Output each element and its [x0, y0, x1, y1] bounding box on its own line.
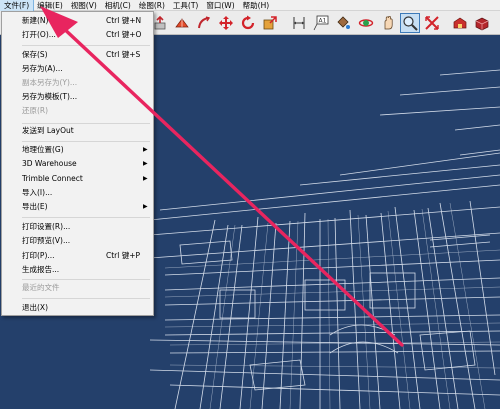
menu-separator	[22, 141, 150, 142]
menu-item-save-copy-as: 副本另存为(Y)...	[22, 78, 78, 87]
3d-warehouse-icon[interactable]	[450, 13, 470, 33]
submenu-arrow-icon: ▶	[143, 203, 148, 210]
menu-item-label: 导出(E)	[22, 202, 48, 211]
menu-window[interactable]: 窗口(W)	[202, 0, 238, 11]
menu-item-label: 打印(P)...	[22, 251, 55, 260]
menu-item-save-as[interactable]: 另存为(A)...	[2, 62, 153, 75]
shortcut-label: Ctrl 键+O	[106, 30, 142, 39]
menu-item-new[interactable]: 新建(N) Ctrl 键+N	[2, 14, 153, 27]
menu-separator	[22, 279, 150, 280]
menu-item-generate-report[interactable]: 生成报告...	[2, 263, 153, 276]
menu-item-exit[interactable]: 退出(X)	[2, 301, 153, 314]
menu-file[interactable]: 文件(F)	[0, 0, 35, 12]
submenu-arrow-icon: ▶	[143, 146, 148, 153]
shortcut-label: Ctrl 键+N	[106, 16, 142, 25]
menu-item-save[interactable]: 保存(S) Ctrl 键+S	[2, 48, 153, 61]
extension-warehouse-icon[interactable]	[472, 13, 492, 33]
menu-item-label: 新建(N)	[22, 16, 49, 25]
menu-separator	[22, 217, 150, 218]
menu-bar: 文件(F) 编辑(E) 视图(V) 相机(C) 绘图(R) 工具(T) 窗口(W…	[0, 0, 500, 12]
menu-item-print-setup[interactable]: 打印设置(R)...	[2, 220, 153, 233]
menu-draw[interactable]: 绘图(R)	[135, 0, 169, 11]
menu-item-save-as-template[interactable]: 另存为模板(T)...	[2, 90, 153, 103]
menu-camera[interactable]: 相机(C)	[101, 0, 135, 11]
menu-item-print[interactable]: 打印(P)... Ctrl 键+P	[2, 249, 153, 262]
file-menu: 新建(N) Ctrl 键+N 打开(O)... Ctrl 键+O 保存(S) C…	[1, 11, 154, 316]
menu-tools[interactable]: 工具(T)	[169, 0, 202, 11]
menu-item-label: 保存(S)	[22, 50, 48, 59]
submenu-arrow-icon: ▶	[143, 175, 148, 182]
menu-item-print-preview[interactable]: 打印预览(V)...	[2, 234, 153, 247]
shortcut-label: Ctrl 键+P	[106, 251, 141, 260]
menu-item-export[interactable]: 导出(E) ▶	[2, 200, 153, 213]
move-icon[interactable]	[216, 13, 236, 33]
svg-text:A1: A1	[319, 18, 327, 25]
text-icon[interactable]: A1	[311, 13, 331, 33]
menu-edit[interactable]: 编辑(E)	[33, 0, 67, 11]
scale-icon[interactable]	[260, 13, 280, 33]
paint-bucket-icon[interactable]	[333, 13, 353, 33]
menu-separator	[22, 298, 150, 299]
menu-item-trimble-connect[interactable]: Trimble Connect ▶	[2, 172, 153, 185]
shortcut-label: Ctrl 键+S	[106, 50, 141, 59]
menu-item-label: 地理位置(G)	[22, 145, 64, 154]
pushpull-icon[interactable]	[172, 13, 192, 33]
dimension-icon[interactable]	[289, 13, 309, 33]
menu-item-open[interactable]: 打开(O)... Ctrl 键+O	[2, 28, 153, 41]
menu-item-import[interactable]: 导入(I)...	[2, 186, 153, 199]
menu-item-label: Trimble Connect	[22, 174, 83, 183]
zoom-icon[interactable]	[400, 13, 420, 33]
menu-item-label: 3D Warehouse	[22, 159, 77, 168]
menu-item-revert: 还原(R)	[22, 106, 49, 115]
zoom-extents-icon[interactable]	[422, 13, 442, 33]
menu-separator	[22, 45, 150, 46]
followme-icon[interactable]	[194, 13, 214, 33]
menu-item-label: 打开(O)...	[22, 30, 56, 39]
menu-item-recent-files: 最近的文件	[22, 283, 60, 292]
rotate-icon[interactable]	[238, 13, 258, 33]
orbit-icon[interactable]	[356, 13, 376, 33]
menu-item-geo-location[interactable]: 地理位置(G) ▶	[2, 143, 153, 156]
pan-icon[interactable]	[378, 13, 398, 33]
submenu-arrow-icon: ▶	[143, 160, 148, 167]
menu-item-3d-warehouse[interactable]: 3D Warehouse ▶	[2, 157, 153, 170]
menu-view[interactable]: 视图(V)	[67, 0, 101, 11]
menu-help[interactable]: 帮助(H)	[239, 0, 274, 11]
menu-item-send-to-layout[interactable]: 发送到 LayOut	[2, 124, 153, 137]
